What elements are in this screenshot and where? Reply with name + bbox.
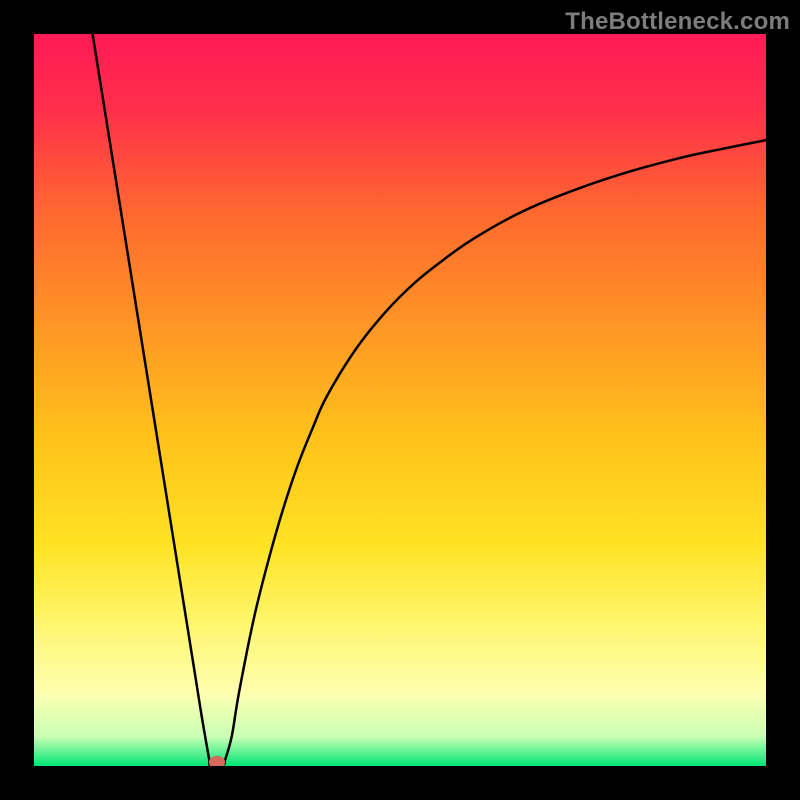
- chart-gradient-background: [34, 34, 766, 766]
- chart-outer-frame: TheBottleneck.com: [0, 0, 800, 800]
- chart-svg: [34, 34, 766, 766]
- watermark-label: TheBottleneck.com: [565, 8, 790, 36]
- chart-plot-area: [34, 34, 766, 766]
